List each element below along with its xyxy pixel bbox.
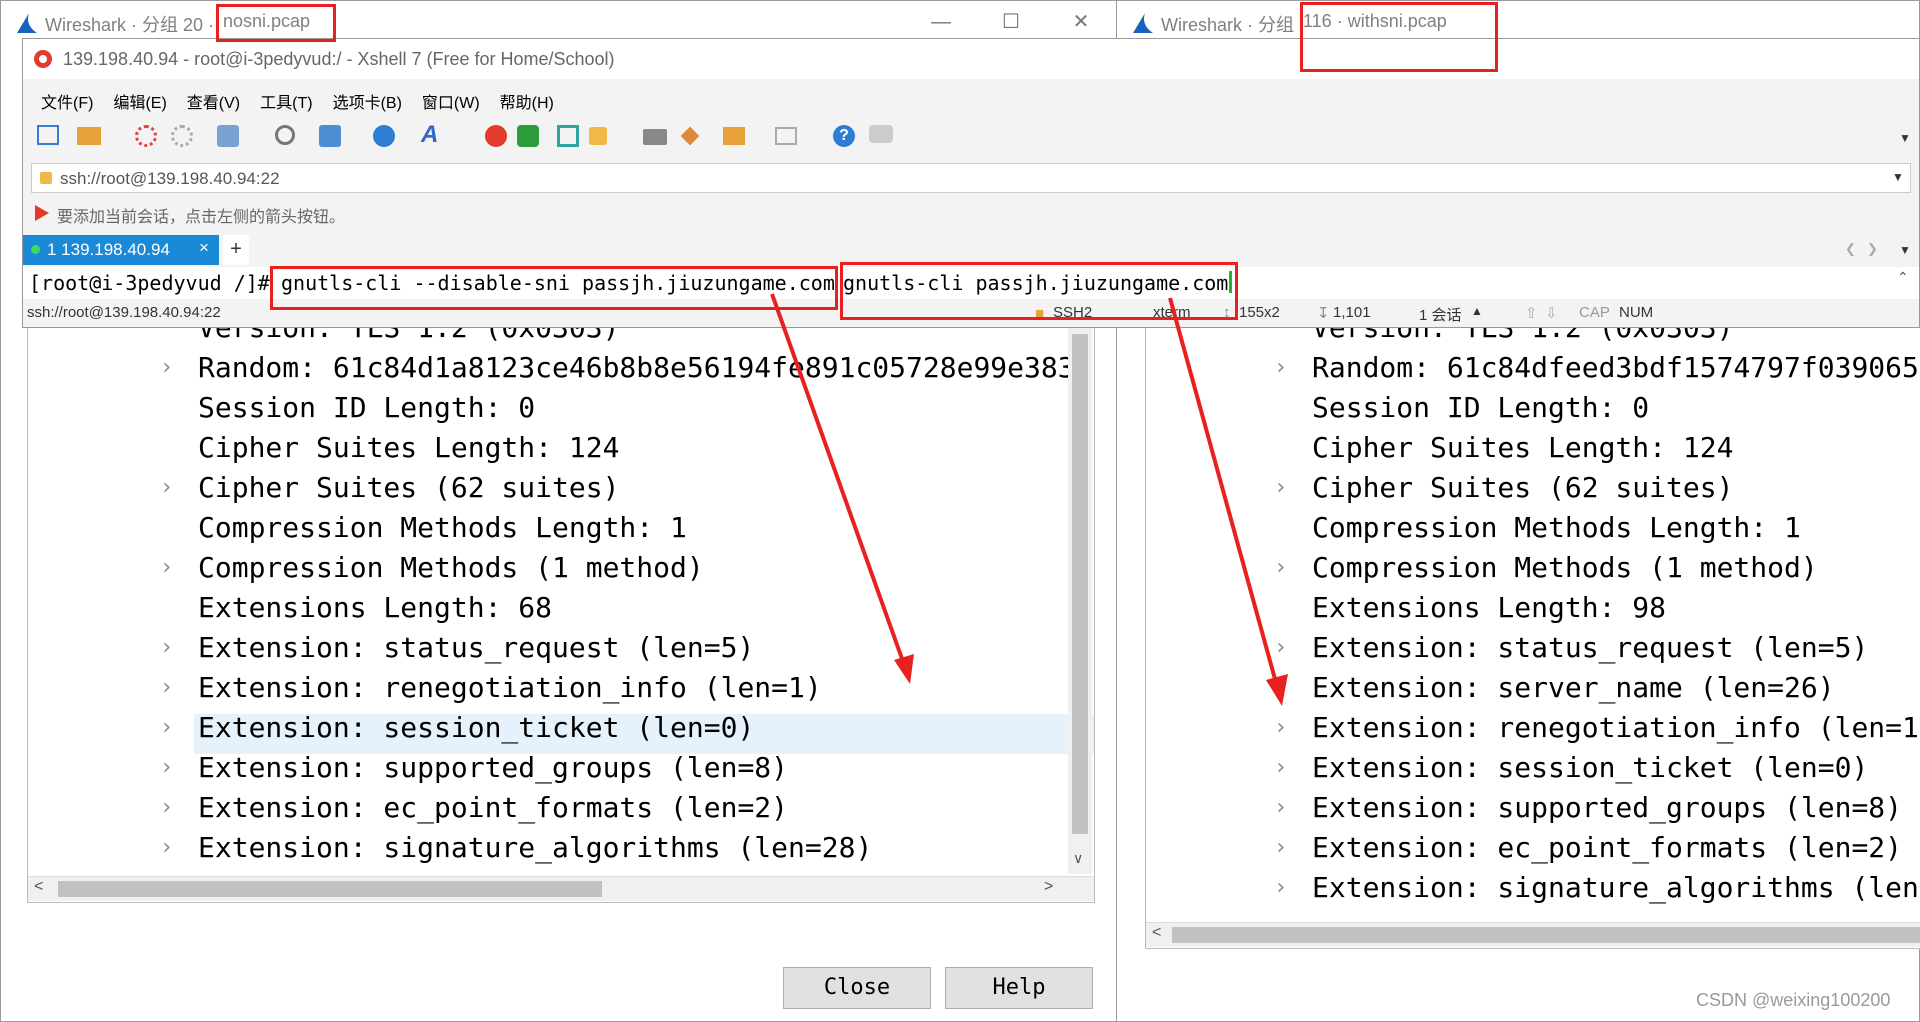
watermark: CSDN @weixing100200 xyxy=(1696,990,1891,1010)
annotation-arrows xyxy=(770,293,1288,706)
arrow-line-withsni xyxy=(1168,297,1280,691)
arrow-head-withsni xyxy=(1266,674,1288,706)
arrow-head-nosni xyxy=(894,654,914,684)
arrow-line-nosni xyxy=(770,293,908,671)
